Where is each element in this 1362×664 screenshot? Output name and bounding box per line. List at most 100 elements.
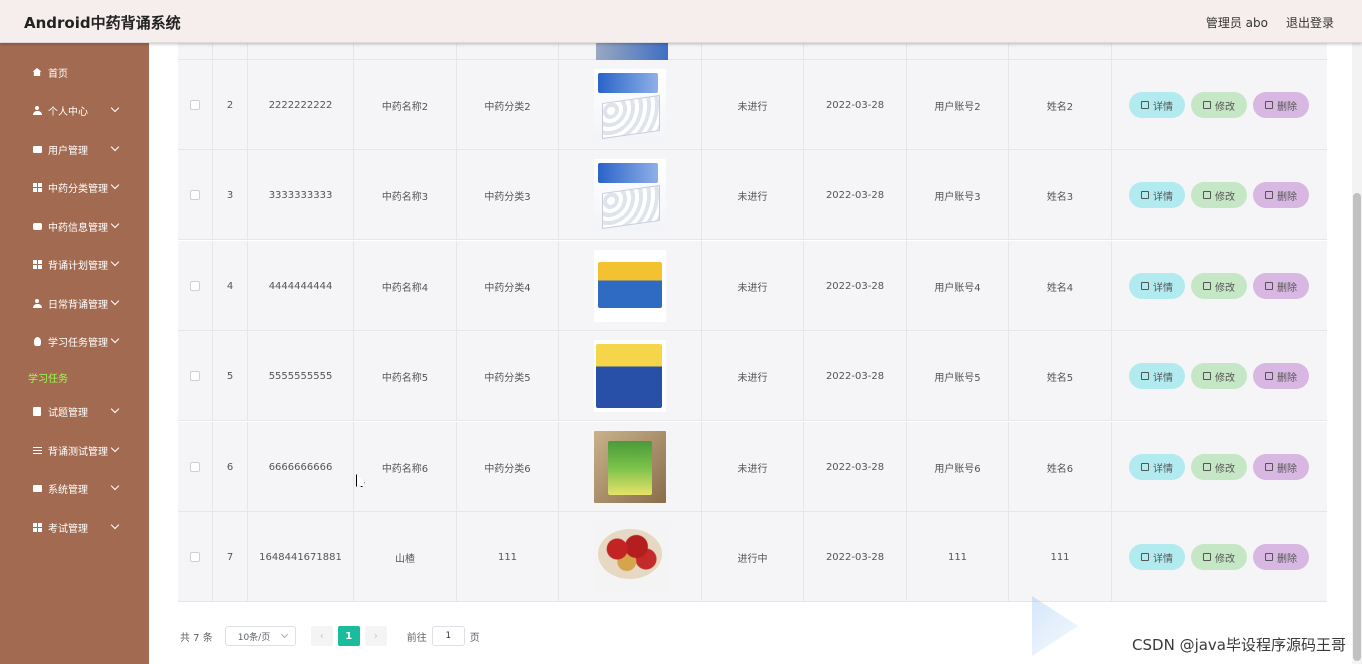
- pencil-icon: [1203, 463, 1211, 471]
- main-content: 2 2222222222 中药名称2 中药分类2 未进行 2022-03-28 …: [149, 43, 1362, 664]
- sidebar-item-label: 日常背诵管理: [48, 299, 108, 311]
- document-icon: [1141, 101, 1149, 109]
- grid-icon: [32, 522, 42, 532]
- briefcase-icon: [32, 483, 42, 493]
- sidebar-item-system[interactable]: 系统管理: [0, 473, 149, 503]
- pagination: 共 7 条 10条/页 ‹ 1 › 前往 1 页: [180, 626, 480, 646]
- next-page-button[interactable]: ›: [364, 626, 387, 646]
- document-icon: [1141, 553, 1149, 561]
- sidebar-item-home[interactable]: 首页: [0, 57, 149, 87]
- home-icon: [32, 67, 42, 77]
- sidebar-item-question[interactable]: 试题管理: [0, 396, 149, 426]
- sidebar-item-herb-category[interactable]: 中药分类管理: [0, 172, 149, 202]
- message-icon: [32, 221, 42, 231]
- sidebar-item-user-management[interactable]: 用户管理: [0, 134, 149, 164]
- detail-button[interactable]: 详情: [1129, 363, 1185, 389]
- sidebar-item-study-task[interactable]: 学习任务管理: [0, 326, 149, 356]
- herb-image: [594, 159, 666, 231]
- bulb-icon: [32, 336, 42, 346]
- app-title: Android中药背诵系统: [24, 14, 181, 32]
- row-index: 2: [213, 60, 248, 150]
- detail-button[interactable]: 详情: [1129, 182, 1185, 208]
- chevron-down-icon: [110, 296, 120, 306]
- sidebar-item-label: 试题管理: [48, 407, 88, 419]
- detail-button[interactable]: 详情: [1129, 92, 1185, 118]
- prev-page-button[interactable]: ‹: [310, 626, 333, 646]
- goto-page-input[interactable]: 1: [431, 626, 465, 646]
- task-status: 未进行: [702, 60, 804, 150]
- edit-button[interactable]: 修改: [1191, 182, 1247, 208]
- sidebar-subitem-study-task[interactable]: 学习任务: [28, 370, 68, 385]
- sidebar-item-label: 中药分类管理: [48, 183, 108, 195]
- user-account: 111: [907, 512, 1009, 602]
- sidebar-item-recite-plan[interactable]: 背诵计划管理: [0, 249, 149, 279]
- edit-button[interactable]: 修改: [1191, 273, 1247, 299]
- sidebar-item-label: 背诵测试管理: [48, 446, 108, 458]
- herb-name: 山楂: [354, 512, 457, 602]
- delete-button[interactable]: 删除: [1253, 182, 1309, 208]
- task-number: 3333333333: [248, 150, 354, 240]
- page-size-value: 10条/页: [237, 632, 271, 643]
- page-1-button[interactable]: 1: [337, 626, 360, 646]
- trash-icon: [1265, 191, 1273, 199]
- delete-button[interactable]: 删除: [1253, 92, 1309, 118]
- detail-button[interactable]: 详情: [1129, 273, 1185, 299]
- task-number: 1648441671881: [248, 512, 354, 602]
- delete-button[interactable]: 删除: [1253, 273, 1309, 299]
- logout-link[interactable]: 退出登录: [1286, 14, 1334, 31]
- user-area: 管理员 abo 退出登录: [1206, 14, 1334, 31]
- row-checkbox[interactable]: [190, 281, 200, 291]
- sidebar-item-exam[interactable]: 考试管理: [0, 512, 149, 542]
- task-status: 未进行: [702, 150, 804, 240]
- table-row: 6 6666666666 中药名称6 中药分类6 未进行 2022-03-28 …: [178, 422, 1327, 512]
- user-name: 姓名6: [1009, 422, 1112, 512]
- herb-name: 中药名称6: [354, 422, 457, 512]
- delete-button[interactable]: 删除: [1253, 454, 1309, 480]
- user-account: 用户账号3: [907, 150, 1009, 240]
- detail-button[interactable]: 详情: [1129, 454, 1185, 480]
- sidebar-item-daily-recite[interactable]: 日常背诵管理: [0, 288, 149, 318]
- page-size-select[interactable]: 10条/页: [224, 626, 296, 646]
- sidebar-item-recite-test[interactable]: 背诵测试管理: [0, 435, 149, 465]
- task-status: 未进行: [702, 331, 804, 421]
- grid-icon: [32, 259, 42, 269]
- grid-icon: [32, 182, 42, 192]
- user-account: 用户账号6: [907, 422, 1009, 512]
- chevron-down-icon: [110, 481, 120, 491]
- row-checkbox[interactable]: [190, 462, 200, 472]
- chevron-down-icon: [110, 443, 120, 453]
- sidebar-item-personal-center[interactable]: 个人中心: [0, 95, 149, 125]
- watermark-text: CSDN @java毕设程序源码王哥: [1132, 636, 1346, 654]
- herb-category: 中药分类3: [457, 150, 559, 240]
- pencil-icon: [1203, 282, 1211, 290]
- task-status: 未进行: [702, 422, 804, 512]
- chevron-down-icon: [110, 180, 120, 190]
- edit-button[interactable]: 修改: [1191, 363, 1247, 389]
- user-name: 111: [1009, 512, 1112, 602]
- user-name: 姓名4: [1009, 241, 1112, 331]
- delete-button[interactable]: 删除: [1253, 363, 1309, 389]
- row-checkbox[interactable]: [190, 552, 200, 562]
- sidebar-item-herb-info[interactable]: 中药信息管理: [0, 211, 149, 241]
- row-checkbox[interactable]: [190, 371, 200, 381]
- delete-button[interactable]: 删除: [1253, 544, 1309, 570]
- edit-button[interactable]: 修改: [1191, 454, 1247, 480]
- edit-button[interactable]: 修改: [1191, 92, 1247, 118]
- herb-name: 中药名称4: [354, 241, 457, 331]
- edit-button[interactable]: 修改: [1191, 544, 1247, 570]
- row-checkbox[interactable]: [190, 190, 200, 200]
- scrollbar-thumb[interactable]: [1353, 193, 1361, 661]
- table-row: [178, 43, 1327, 60]
- task-date: 2022-03-28: [804, 512, 907, 602]
- table-row: 3 3333333333 中药名称3 中药分类3 未进行 2022-03-28 …: [178, 150, 1327, 240]
- sidebar-item-label: 系统管理: [48, 484, 88, 496]
- herb-category: 中药分类2: [457, 60, 559, 150]
- herb-category: 中药分类4: [457, 241, 559, 331]
- admin-user-label[interactable]: 管理员 abo: [1206, 14, 1268, 31]
- user-name: 姓名3: [1009, 150, 1112, 240]
- row-checkbox[interactable]: [190, 100, 200, 110]
- row-index: 7: [213, 512, 248, 602]
- chevron-down-icon: [110, 334, 120, 344]
- sidebar-item-label: 考试管理: [48, 523, 88, 535]
- detail-button[interactable]: 详情: [1129, 544, 1185, 570]
